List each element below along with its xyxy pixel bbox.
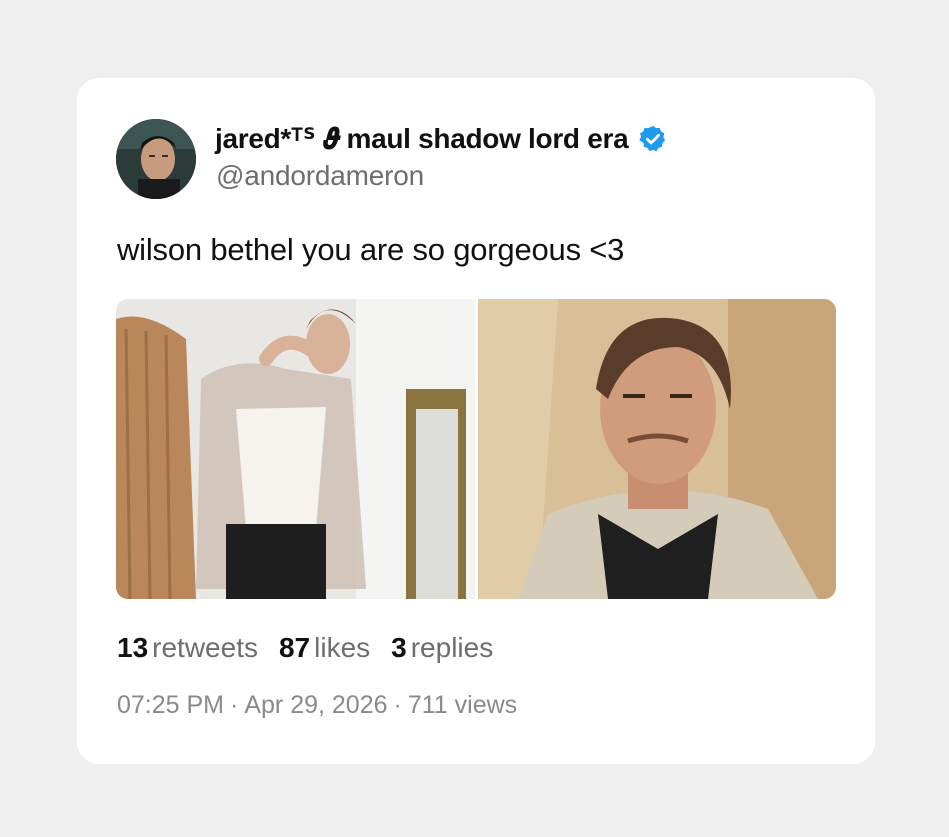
meta-separator: · bbox=[393, 691, 402, 719]
media-grid bbox=[116, 299, 836, 599]
avatar[interactable] bbox=[116, 119, 196, 199]
retweets-stat[interactable]: 13 retweets bbox=[117, 632, 258, 664]
retweets-count: 13 bbox=[117, 632, 149, 663]
photo-2[interactable] bbox=[477, 299, 837, 599]
replies-label: replies bbox=[410, 632, 494, 663]
engagement-stats: 13 retweets 87 likes 3 replies bbox=[117, 632, 514, 664]
tweet-meta: 07:25 PM · Apr 29, 2026 · 711 views bbox=[117, 691, 517, 720]
retweets-label: retweets bbox=[152, 632, 258, 663]
likes-count: 87 bbox=[278, 632, 311, 663]
name-row: jared*ᵀᔆ 𝝑 maul shadow lord era bbox=[215, 122, 668, 156]
verified-badge-icon bbox=[638, 124, 668, 154]
replies-count: 3 bbox=[391, 632, 407, 663]
view-count: 711 views bbox=[407, 691, 518, 719]
tweet-text: wilson bethel you are so gorgeous <3 bbox=[117, 232, 625, 267]
tweet-time: 07:25 PM bbox=[117, 691, 225, 719]
likes-label: likes bbox=[314, 632, 371, 663]
meta-separator: · bbox=[230, 691, 239, 719]
tweet-date: Apr 29, 2026 bbox=[244, 691, 388, 719]
likes-stat[interactable]: 87 likes bbox=[279, 632, 370, 664]
tweet-card[interactable]: jared*ᵀᔆ 𝝑 maul shadow lord era @andorda… bbox=[77, 78, 875, 764]
replies-stat[interactable]: 3 replies bbox=[391, 632, 493, 664]
handle[interactable]: @andordameron bbox=[216, 160, 424, 192]
display-name[interactable]: jared*ᵀᔆ 𝝑 maul shadow lord era bbox=[215, 122, 629, 156]
photo-1[interactable] bbox=[116, 299, 475, 599]
